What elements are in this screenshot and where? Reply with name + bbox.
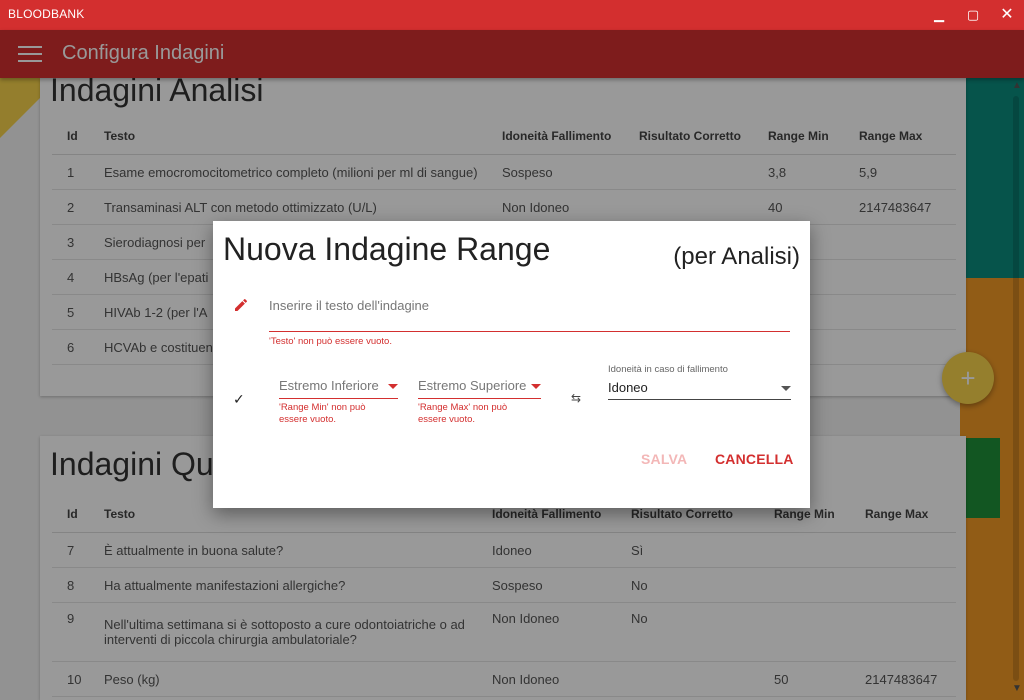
close-icon: ✕ [1000, 6, 1014, 23]
check-icon: ✓ [233, 391, 245, 407]
save-button[interactable]: SALVA [641, 451, 687, 467]
range-min-error: 'Range Min' non può essere vuoto. [279, 402, 366, 425]
maximize-button[interactable]: ▢ [956, 0, 990, 30]
testo-placeholder: Inserire il testo dell'indagine [269, 298, 430, 313]
idoneita-select[interactable]: Idoneo [608, 378, 791, 400]
testo-error: 'Testo' non può essere vuoto. [269, 336, 392, 347]
window-titlebar: BLOODBANK ▁ ▢ ✕ [0, 0, 1024, 30]
chevron-down-icon [781, 386, 791, 391]
maximize-icon: ▢ [966, 7, 980, 22]
window-title: BLOODBANK [8, 7, 85, 21]
idoneita-value: Idoneo [608, 380, 648, 395]
chevron-down-icon [388, 384, 398, 389]
cancel-button[interactable]: CANCELLA [715, 451, 794, 467]
new-range-dialog: Nuova Indagine Range (per Analisi) Inser… [213, 221, 810, 508]
dialog-subtitle: (per Analisi) [673, 243, 800, 270]
range-max-input[interactable]: Estremo Superiore [418, 376, 541, 399]
range-max-error: 'Range Max' non può essere vuoto. [418, 402, 508, 425]
testo-input[interactable]: Inserire il testo dell'indagine [269, 297, 790, 332]
range-min-input[interactable]: Estremo Inferiore [279, 376, 398, 399]
minimize-button[interactable]: ▁ [922, 0, 956, 30]
range-max-placeholder: Estremo Superiore [418, 378, 527, 393]
range-min-placeholder: Estremo Inferiore [279, 378, 379, 393]
dialog-title: Nuova Indagine Range [223, 231, 551, 267]
idoneita-label: Idoneità in caso di fallimento [608, 364, 728, 375]
pencil-icon [235, 298, 248, 311]
chevron-down-icon [531, 384, 541, 389]
thumbs-icon: ⇆ [571, 391, 582, 405]
minimize-icon: ▁ [934, 7, 944, 22]
close-button[interactable]: ✕ [990, 0, 1024, 30]
